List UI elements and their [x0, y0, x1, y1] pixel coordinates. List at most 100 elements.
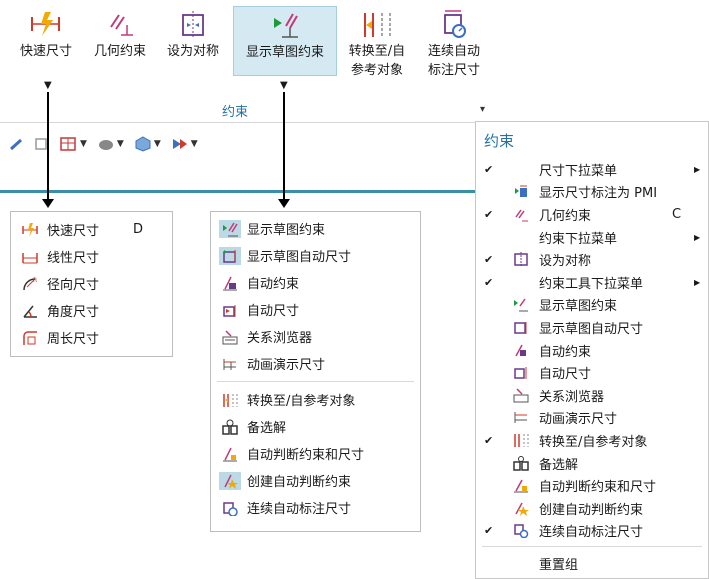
checkmark-icon: ✔ [484, 253, 494, 267]
submenu-arrow-icon: ▶ [694, 232, 701, 242]
ribbon-divider [0, 122, 496, 123]
panel-item-relations-browser[interactable]: 关系浏览器 [476, 384, 708, 407]
menu-item-convert-reference[interactable]: 转换至/自参考对象 [211, 386, 420, 413]
checkmark-icon: ✔ [484, 162, 494, 176]
panel-item-auto-constrain[interactable]: 自动约束 [476, 339, 708, 362]
menu-item-inferred-constraints[interactable]: 自动判断约束和尺寸 [211, 440, 420, 467]
panel-item-constraint-dropdown[interactable]: 约束下拉菜单 ▶ [476, 226, 708, 249]
constraint-tools-menu: 显示草图约束 显示草图自动尺寸 自动约束 自动尺寸 关系浏览器 动画演示尺寸 转… [210, 211, 421, 532]
show-sketch-constraints-icon [512, 296, 530, 313]
panel-item-make-symmetric[interactable]: ✔ 设为对称 [476, 248, 708, 271]
continuous-auto-dimension-icon [512, 522, 530, 539]
continuous-auto-dimension-icon [219, 499, 241, 517]
convert-reference-icon [219, 391, 241, 409]
panel-item-inferred-constraints[interactable]: 自动判断约束和尺寸 [476, 474, 708, 497]
geometric-constraint-icon [84, 6, 156, 42]
perimeter-dimension-icon [19, 329, 41, 347]
panel-item-auto-dimension[interactable]: 自动尺寸 [476, 361, 708, 384]
convert-reference-icon [512, 432, 530, 449]
animate-dimension-icon [219, 355, 241, 373]
convert-reference-icon [338, 6, 416, 42]
menu-item-create-inferred-constraints[interactable]: 创建自动判断约束 [211, 467, 420, 494]
selection-filter-dropdown[interactable]: ▼ [171, 136, 198, 152]
customize-group-panel: 约束 ✔ 尺寸下拉菜单 ▶ 显示尺寸标注为 PMI ✔ 几何约束 C 约束下拉菜… [475, 121, 709, 579]
checkmark-icon: ✔ [484, 275, 494, 289]
show-sketch-constraints-button[interactable]: 显示草图约束 [233, 6, 337, 76]
panel-item-geometric-constraint[interactable]: ✔ 几何约束 C [476, 203, 708, 226]
layout-dropdown[interactable]: ▼ [60, 136, 87, 152]
secondary-toolbar: ▼ ▼ ▼ ▼ [8, 131, 204, 157]
menu-item-radial-dimension[interactable]: R 径向尺寸 [11, 270, 172, 297]
panel-item-show-auto-dimensions[interactable]: 显示草图自动尺寸 [476, 316, 708, 339]
relations-browser-icon [219, 328, 241, 346]
chevron-down-icon: ▼ [116, 139, 124, 149]
menu-item-quick-dimension[interactable]: 快速尺寸 D [11, 216, 172, 243]
checkmark-icon: ✔ [484, 207, 494, 221]
pencil-tool-button[interactable] [8, 137, 24, 151]
filter-icon [172, 139, 187, 149]
show-sketch-constraints-icon [234, 7, 336, 43]
auto-constrain-icon [219, 274, 241, 292]
make-symmetric-button[interactable]: 设为对称 [158, 6, 228, 76]
quick-dimension-button[interactable]: 快速尺寸 [8, 6, 84, 76]
show-pmi-icon [512, 183, 530, 200]
continuous-auto-dimension-button[interactable]: 连续自动 标注尺寸 [416, 6, 492, 78]
menu-item-animate-dimension[interactable]: 动画演示尺寸 [211, 350, 420, 377]
panel-item-animate-dimension[interactable]: 动画演示尺寸 [476, 407, 708, 430]
inferred-constraints-icon [219, 445, 241, 463]
panel-item-alternate-solution[interactable]: 备选解 [476, 452, 708, 475]
animate-dimension-icon [512, 409, 530, 426]
graphics-window-border [0, 190, 480, 193]
shading-icon [98, 140, 113, 150]
menu-item-show-auto-dimensions[interactable]: 显示草图自动尺寸 [211, 242, 420, 269]
alternate-solution-icon [219, 418, 241, 436]
menu-item-perimeter-dimension[interactable]: 周长尺寸 [11, 324, 172, 351]
geometric-constraint-button[interactable]: 几何约束 [84, 6, 156, 76]
chevron-down-icon: ▼ [190, 139, 198, 149]
dropdown-arrow-icon[interactable]: ▼ [44, 80, 52, 91]
callout-arrow-head [278, 199, 290, 208]
panel-item-show-pmi[interactable]: 显示尺寸标注为 PMI [476, 181, 708, 204]
menu-item-relations-browser[interactable]: 关系浏览器 [211, 323, 420, 350]
callout-arrow-line [283, 92, 285, 200]
chevron-down-icon: ▼ [80, 139, 87, 149]
auto-constrain-icon [512, 342, 530, 359]
menu-item-auto-dimension[interactable]: 自动尺寸 [211, 296, 420, 323]
show-auto-dimensions-icon [219, 246, 241, 265]
make-symmetric-icon [512, 251, 530, 268]
quick-dimension-menu: 快速尺寸 D 线性尺寸 R 径向尺寸 角度尺寸 周长尺寸 [10, 211, 173, 357]
submenu-arrow-icon: ▶ [694, 277, 701, 287]
menu-item-show-sketch-constraints[interactable]: 显示草图约束 [211, 215, 420, 242]
reset-group-item[interactable]: 重置组 [476, 552, 708, 575]
panel-item-convert-reference[interactable]: ✔ 转换至/自参考对象 [476, 429, 708, 452]
chevron-down-icon: ▼ [153, 139, 161, 149]
menu-item-auto-constrain[interactable]: 自动约束 [211, 269, 420, 296]
menu-item-alternate-solution[interactable]: 备选解 [211, 413, 420, 440]
panel-item-dimension-dropdown[interactable]: ✔ 尺寸下拉菜单 ▶ [476, 158, 708, 181]
svg-text:R: R [33, 277, 37, 284]
auto-dimension-icon [512, 364, 530, 381]
radial-dimension-icon: R [19, 275, 41, 293]
checkmark-icon: ✔ [484, 524, 494, 538]
convert-reference-button[interactable]: 转换至/自 参考对象 [338, 6, 416, 78]
callout-arrow-head [42, 199, 54, 208]
show-sketch-constraints-icon [219, 219, 241, 238]
linear-dimension-icon [19, 248, 41, 266]
create-inferred-constraints-icon [219, 471, 241, 490]
menu-item-linear-dimension[interactable]: 线性尺寸 [11, 243, 172, 270]
show-auto-dimensions-icon [512, 319, 530, 336]
panel-item-constraint-tools-dropdown[interactable]: ✔ 约束工具下拉菜单 ▶ [476, 271, 708, 294]
render-style-dropdown[interactable]: ▼ [97, 136, 124, 152]
menu-item-angular-dimension[interactable]: 角度尺寸 [11, 297, 172, 324]
relations-browser-icon [512, 387, 530, 404]
grid-view-icon [60, 137, 76, 151]
view-cube-dropdown[interactable]: ▼ [134, 136, 161, 152]
group-options-arrow[interactable]: ▾ [480, 104, 485, 115]
panel-item-continuous-auto-dimension[interactable]: ✔ 连续自动标注尺寸 [476, 520, 708, 543]
menu-item-continuous-auto-dimension[interactable]: 连续自动标注尺寸 [211, 494, 420, 521]
smart-dimension-icon [8, 6, 84, 42]
checkmark-icon: ✔ [484, 433, 494, 447]
panel-item-show-sketch-constraints[interactable]: 显示草图约束 [476, 294, 708, 317]
dropdown-arrow-icon[interactable]: ▼ [280, 80, 288, 91]
panel-item-create-inferred-constraints[interactable]: 创建自动判断约束 [476, 497, 708, 520]
